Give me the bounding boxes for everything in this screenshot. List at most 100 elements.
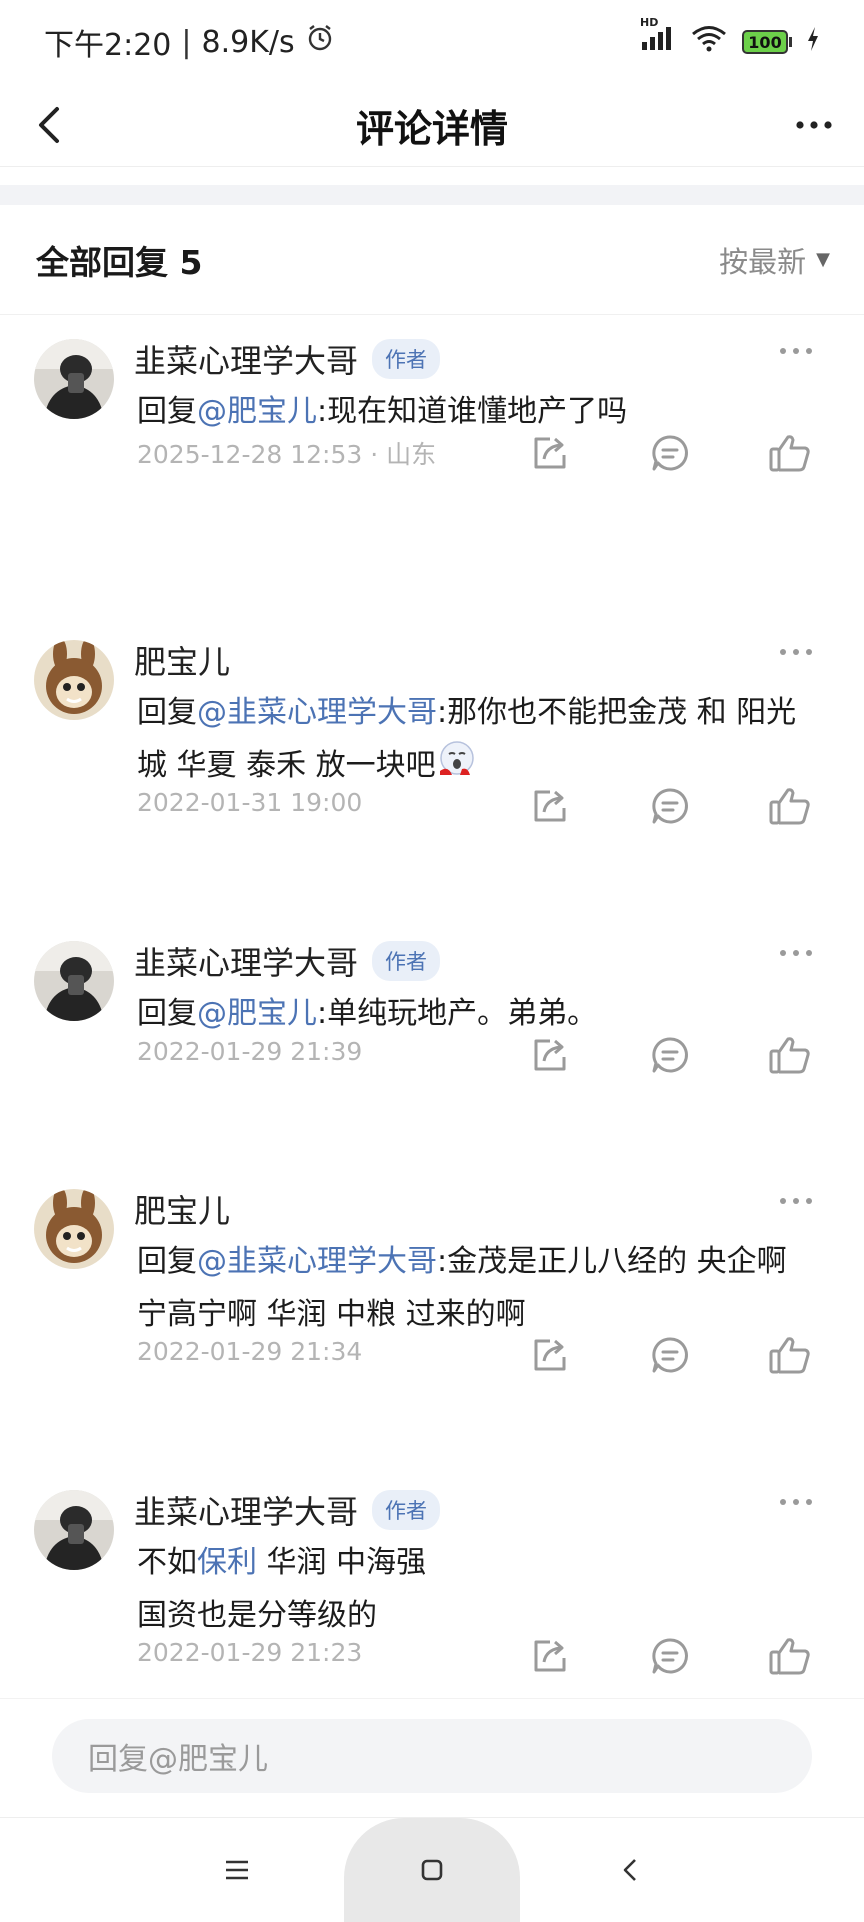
comment-actions bbox=[524, 780, 816, 832]
bottom-area: 回复@肥宝儿 bbox=[0, 1698, 864, 1922]
username[interactable]: 韭菜心理学大哥 bbox=[134, 336, 358, 382]
comment-actions bbox=[524, 427, 816, 479]
network-speed: 8.9K/s bbox=[201, 24, 295, 60]
replies-header: 全部回复 5 按最新 ▼ bbox=[0, 205, 864, 315]
comment-meta: 2022-01-31 19:00 bbox=[137, 788, 362, 817]
comment-body: :单纯玩地产。弟弟。 bbox=[317, 996, 598, 1031]
comment-item: 肥宝儿 回复@韭菜心理学大哥:金茂是正儿八经的 央企啊 宁高宁啊 华润 中粮 过… bbox=[0, 1165, 864, 1466]
avatar[interactable] bbox=[34, 339, 114, 419]
comment-body-line2: 国资也是分等级的 bbox=[137, 1598, 377, 1633]
status-divider: | bbox=[181, 24, 192, 60]
comment-list: 韭菜心理学大哥 作者 回复@肥宝儿:现在知道谁懂地产了吗 2025-12-28 … bbox=[0, 315, 864, 1716]
username[interactable]: 肥宝儿 bbox=[134, 637, 230, 683]
username[interactable]: 肥宝儿 bbox=[134, 1186, 230, 1232]
sort-label: 按最新 bbox=[719, 244, 807, 279]
reply-input[interactable]: 回复@肥宝儿 bbox=[52, 1719, 812, 1793]
name-row: 韭菜心理学大哥 作者 bbox=[134, 938, 441, 984]
replies-count-title: 全部回复 5 bbox=[36, 242, 203, 282]
comment-text: 不如保利 华润 中海强国资也是分等级的 bbox=[137, 1536, 817, 1642]
author-badge: 作者 bbox=[372, 1490, 441, 1530]
avatar[interactable] bbox=[34, 1490, 114, 1570]
signal-icon: HD bbox=[640, 16, 676, 60]
comment-icon[interactable] bbox=[644, 427, 696, 479]
name-row: 韭菜心理学大哥 作者 bbox=[134, 336, 441, 382]
mention-link[interactable]: @韭菜心理学大哥 bbox=[197, 1244, 437, 1279]
more-dots-icon[interactable] bbox=[776, 941, 816, 965]
reply-prefix: 回复 bbox=[137, 394, 197, 429]
battery-icon: 100 bbox=[742, 30, 792, 54]
home-icon[interactable] bbox=[408, 1848, 456, 1892]
sort-button[interactable]: 按最新 ▼ bbox=[719, 239, 830, 281]
comment-icon[interactable] bbox=[644, 780, 696, 832]
comment-item: 韭菜心理学大哥 作者 回复@肥宝儿:现在知道谁懂地产了吗 2025-12-28 … bbox=[0, 315, 864, 616]
comment-actions bbox=[524, 1630, 816, 1682]
battery-tip bbox=[789, 37, 792, 47]
mention-link[interactable]: 保利 bbox=[197, 1545, 257, 1580]
reply-placeholder: 回复@肥宝儿 bbox=[88, 1742, 268, 1777]
avatar[interactable] bbox=[34, 1189, 114, 1269]
more-dots-icon[interactable] bbox=[776, 1490, 816, 1514]
like-icon[interactable] bbox=[764, 780, 816, 832]
like-icon[interactable] bbox=[764, 1329, 816, 1381]
status-left: 下午2:20 | 8.9K/s bbox=[44, 20, 335, 64]
username[interactable]: 韭菜心理学大哥 bbox=[134, 1487, 358, 1533]
comment-actions bbox=[524, 1029, 816, 1081]
comment-time: 2022-01-29 21:34 bbox=[137, 1337, 363, 1366]
comment-icon[interactable] bbox=[644, 1029, 696, 1081]
comment-icon[interactable] bbox=[644, 1329, 696, 1381]
system-back-icon[interactable] bbox=[606, 1848, 654, 1892]
reply-prefix: 回复 bbox=[137, 695, 197, 730]
comment-body: :现在知道谁懂地产了吗 bbox=[317, 394, 628, 429]
mention-link[interactable]: @肥宝儿 bbox=[197, 996, 317, 1031]
navigation-bar: 评论详情 bbox=[0, 84, 864, 167]
comment-item: 肥宝儿 回复@韭菜心理学大哥:那你也不能把金茂 和 阳光城 华夏 泰禾 放一块吧… bbox=[0, 616, 864, 917]
mention-link[interactable]: @韭菜心理学大哥 bbox=[197, 695, 437, 730]
comment-item: 韭菜心理学大哥 作者 回复@肥宝儿:单纯玩地产。弟弟。 2022-01-29 2… bbox=[0, 917, 864, 1165]
comment-icon[interactable] bbox=[644, 1630, 696, 1682]
like-icon[interactable] bbox=[764, 427, 816, 479]
comment-time: 2022-01-29 21:39 bbox=[137, 1037, 363, 1066]
status-time: 下午2:20 bbox=[44, 28, 172, 63]
back-arrow-icon[interactable] bbox=[24, 100, 74, 150]
share-icon[interactable] bbox=[524, 1029, 576, 1081]
name-row: 肥宝儿 bbox=[134, 638, 230, 682]
share-icon[interactable] bbox=[524, 427, 576, 479]
comment-location: 山东 bbox=[386, 440, 437, 469]
comment-text: 回复@韭菜心理学大哥:金茂是正儿八经的 央企啊 宁高宁啊 华润 中粮 过来的啊 bbox=[137, 1235, 817, 1341]
battery-level: 100 bbox=[742, 30, 788, 54]
reply-prefix: 回复 bbox=[137, 1244, 197, 1279]
username[interactable]: 韭菜心理学大哥 bbox=[134, 938, 358, 984]
more-dots-icon[interactable] bbox=[776, 640, 816, 664]
author-badge: 作者 bbox=[372, 339, 441, 379]
avatar[interactable] bbox=[34, 941, 114, 1021]
menu-icon[interactable] bbox=[210, 1848, 264, 1892]
author-badge: 作者 bbox=[372, 941, 441, 981]
more-dots-icon[interactable] bbox=[776, 1189, 816, 1213]
caret-down-icon: ▼ bbox=[816, 249, 830, 270]
comment-item: 韭菜心理学大哥 作者 不如保利 华润 中海强 国资也是分等级的 2022-01-2… bbox=[0, 1466, 864, 1716]
comment-actions bbox=[524, 1329, 816, 1381]
reply-prefix: 不如 bbox=[137, 1545, 197, 1580]
comment-meta: 2022-01-29 21:34 bbox=[137, 1337, 362, 1366]
mention-link[interactable]: @肥宝儿 bbox=[197, 394, 317, 429]
like-icon[interactable] bbox=[764, 1029, 816, 1081]
name-row: 肥宝儿 bbox=[134, 1187, 230, 1231]
comment-meta: 2022-01-29 21:39 bbox=[137, 1037, 362, 1066]
system-navigation-bar bbox=[0, 1817, 864, 1922]
avatar[interactable] bbox=[34, 640, 114, 720]
hd-label: HD bbox=[640, 16, 659, 29]
share-icon[interactable] bbox=[524, 780, 576, 832]
more-dots-icon[interactable] bbox=[776, 339, 816, 363]
like-icon[interactable] bbox=[764, 1630, 816, 1682]
wifi-icon bbox=[690, 24, 728, 60]
alarm-icon bbox=[305, 23, 335, 61]
share-icon[interactable] bbox=[524, 1329, 576, 1381]
page-title: 评论详情 bbox=[355, 106, 508, 151]
more-dots-icon[interactable] bbox=[784, 100, 844, 150]
comment-body: 华润 中海强 bbox=[257, 1545, 427, 1580]
comment-text: 回复@韭菜心理学大哥:那你也不能把金茂 和 阳光城 华夏 泰禾 放一块吧 bbox=[137, 686, 817, 794]
status-bar: 下午2:20 | 8.9K/s HD 100 bbox=[0, 0, 864, 84]
name-row: 韭菜心理学大哥 作者 bbox=[134, 1487, 441, 1533]
reply-prefix: 回复 bbox=[137, 996, 197, 1031]
share-icon[interactable] bbox=[524, 1630, 576, 1682]
